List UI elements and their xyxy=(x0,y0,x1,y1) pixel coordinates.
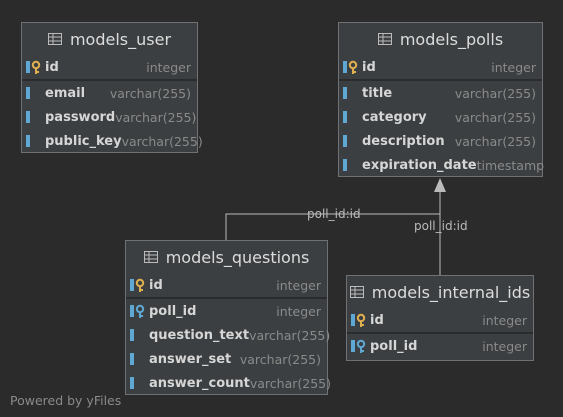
column-icon xyxy=(26,135,30,147)
column-name: question_text xyxy=(149,327,250,343)
edge-arrowhead xyxy=(434,178,446,192)
column-type: varchar(255) xyxy=(454,133,536,149)
column-row-description: description varchar(255) xyxy=(339,129,542,153)
column-name: id xyxy=(362,59,376,75)
column-icon xyxy=(130,377,134,389)
column-row-poll-id: poll_id integer xyxy=(347,334,533,358)
column-row-id: id integer xyxy=(339,55,542,79)
column-type: varchar(255) xyxy=(454,109,536,125)
foreign-key-icon xyxy=(351,339,366,353)
column-name: title xyxy=(362,85,393,101)
column-name: email xyxy=(45,85,86,101)
table-header: models_user xyxy=(22,23,197,55)
column-row-poll-id: poll_id integer xyxy=(126,299,327,323)
column-row-expiration-date: expiration_date timestamp xyxy=(339,153,545,177)
table-title: models_internal_ids xyxy=(371,282,531,302)
table-models-internal-ids[interactable]: models_internal_ids id integer poll_id i… xyxy=(346,275,534,361)
column-row-question-text: question_text varchar(255) xyxy=(126,323,331,347)
column-icon xyxy=(343,111,347,123)
column-icon xyxy=(130,329,134,341)
column-name: description xyxy=(362,133,445,149)
column-name: poll_id xyxy=(370,338,418,354)
column-row-answer-count: answer_count varchar(255) xyxy=(126,371,331,395)
column-name: id xyxy=(370,312,384,328)
table-icon xyxy=(377,33,392,45)
column-type: integer xyxy=(146,59,191,75)
column-row-id: id integer xyxy=(22,55,197,79)
column-row-id: id integer xyxy=(126,273,327,297)
column-name: category xyxy=(362,109,427,125)
table-header: models_questions xyxy=(126,241,327,273)
column-name: public_key xyxy=(45,133,122,149)
column-row-answer-set: answer_set varchar(255) xyxy=(126,347,327,371)
column-icon xyxy=(343,159,347,171)
foreign-key-icon xyxy=(130,304,145,318)
column-name: expiration_date xyxy=(362,157,477,173)
table-header: models_polls xyxy=(339,23,542,55)
table-title: models_user xyxy=(69,29,172,49)
primary-key-icon xyxy=(26,60,41,74)
table-models-questions[interactable]: models_questions id integer poll_id inte… xyxy=(125,240,331,395)
column-name: id xyxy=(149,277,163,293)
column-icon xyxy=(26,111,30,123)
table-models-polls[interactable]: models_polls id integer title varchar(25… xyxy=(338,22,545,177)
column-icon xyxy=(26,87,30,99)
column-name: answer_count xyxy=(149,375,250,391)
column-type: integer xyxy=(482,312,527,328)
column-type: integer xyxy=(276,303,321,319)
column-type: timestamp xyxy=(476,157,545,173)
column-icon xyxy=(343,135,347,147)
table-header: models_internal_ids xyxy=(347,276,533,308)
table-models-user[interactable]: models_user id integer email varchar(255… xyxy=(21,22,203,153)
column-name: poll_id xyxy=(149,303,197,319)
column-icon xyxy=(130,353,134,365)
column-type: integer xyxy=(482,338,527,354)
table-icon xyxy=(349,286,364,298)
column-type: varchar(255) xyxy=(249,327,331,343)
column-row-password: password varchar(255) xyxy=(22,105,197,129)
edge-label-questions: poll_id:id xyxy=(307,207,361,221)
column-name: password xyxy=(45,109,116,125)
table-icon xyxy=(47,33,62,45)
column-row-category: category varchar(255) xyxy=(339,105,542,129)
table-title: models_questions xyxy=(165,247,310,267)
column-type: integer xyxy=(491,59,536,75)
primary-key-icon xyxy=(351,313,366,327)
edge-label-internal-ids: poll_id:id xyxy=(414,219,468,233)
column-row-public-key: public_key varchar(255) xyxy=(22,129,203,153)
column-type: varchar(255) xyxy=(109,85,191,101)
footer-credit: Powered by yFiles xyxy=(10,393,122,408)
column-type: integer xyxy=(276,277,321,293)
column-row-id: id integer xyxy=(347,308,533,332)
table-title: models_polls xyxy=(399,29,504,49)
column-type: varchar(255) xyxy=(239,351,321,367)
column-type: varchar(255) xyxy=(454,85,536,101)
column-name: answer_set xyxy=(149,351,232,367)
column-type: varchar(255) xyxy=(121,133,203,149)
column-name: id xyxy=(45,59,59,75)
primary-key-icon xyxy=(343,60,358,74)
column-type: varchar(255) xyxy=(115,109,197,125)
column-icon xyxy=(343,87,347,99)
column-row-email: email varchar(255) xyxy=(22,81,197,105)
column-row-title: title varchar(255) xyxy=(339,81,542,105)
primary-key-icon xyxy=(130,278,145,292)
column-type: varchar(255) xyxy=(249,375,332,391)
table-icon xyxy=(143,251,158,263)
